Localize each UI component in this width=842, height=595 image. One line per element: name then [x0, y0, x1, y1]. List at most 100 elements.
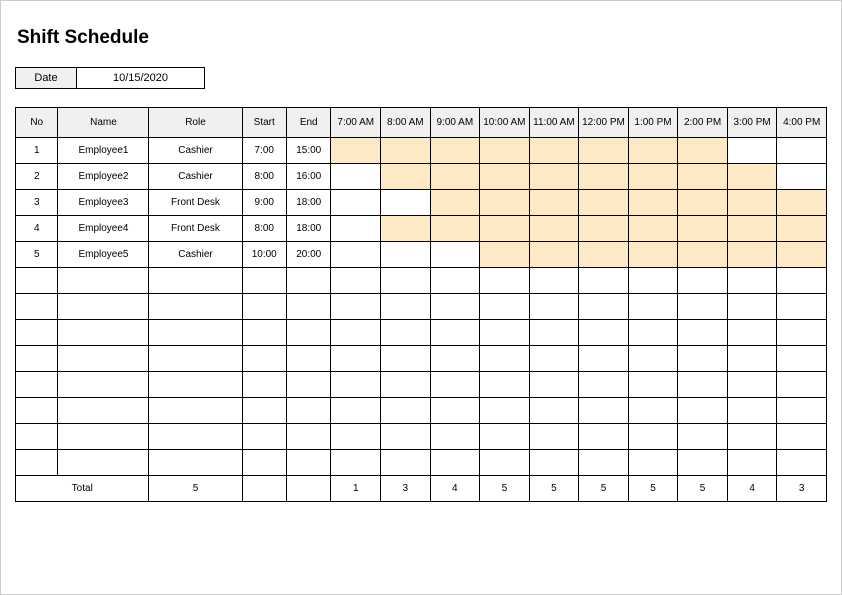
table-row: 4Employee4Front Desk8:0018:00: [16, 216, 827, 242]
total-hour: 5: [480, 476, 530, 502]
slot-cell: [727, 216, 777, 242]
empty-cell: [628, 398, 678, 424]
col-name: Name: [58, 108, 149, 138]
cell-end: 18:00: [286, 190, 330, 216]
empty-cell: [286, 424, 330, 450]
empty-cell: [678, 268, 728, 294]
empty-cell: [149, 372, 242, 398]
empty-cell: [16, 346, 58, 372]
slot-cell: [480, 216, 530, 242]
empty-cell: [286, 450, 330, 476]
empty-cell: [678, 320, 728, 346]
empty-cell: [430, 320, 480, 346]
empty-cell: [381, 294, 431, 320]
empty-cell: [529, 424, 579, 450]
empty-cell: [480, 268, 530, 294]
table-header: No Name Role Start End 7:00 AM8:00 AM9:0…: [16, 108, 827, 138]
cell-name: Employee3: [58, 190, 149, 216]
total-end-blank: [286, 476, 330, 502]
empty-cell: [579, 450, 629, 476]
slot-cell: [678, 216, 728, 242]
slot-cell: [628, 164, 678, 190]
empty-cell: [628, 450, 678, 476]
empty-cell: [58, 294, 149, 320]
empty-cell: [579, 294, 629, 320]
slot-cell: [678, 138, 728, 164]
slot-cell: [381, 164, 431, 190]
table-row-empty: [16, 372, 827, 398]
total-role-count: 5: [149, 476, 242, 502]
total-row: Total51345555543: [16, 476, 827, 502]
empty-cell: [579, 268, 629, 294]
empty-cell: [242, 398, 286, 424]
empty-cell: [242, 450, 286, 476]
total-hour: 5: [529, 476, 579, 502]
slot-cell: [430, 164, 480, 190]
slot-cell: [777, 242, 827, 268]
slot-cell: [430, 216, 480, 242]
empty-cell: [430, 398, 480, 424]
col-hour: 9:00 AM: [430, 108, 480, 138]
slot-cell: [777, 190, 827, 216]
slot-cell: [727, 138, 777, 164]
empty-cell: [58, 268, 149, 294]
empty-cell: [727, 268, 777, 294]
empty-cell: [58, 372, 149, 398]
empty-cell: [16, 424, 58, 450]
empty-cell: [16, 372, 58, 398]
empty-cell: [529, 372, 579, 398]
slot-cell: [777, 164, 827, 190]
empty-cell: [727, 346, 777, 372]
empty-cell: [529, 268, 579, 294]
empty-cell: [58, 346, 149, 372]
empty-cell: [381, 320, 431, 346]
col-hour: 12:00 PM: [579, 108, 629, 138]
slot-cell: [579, 138, 629, 164]
slot-cell: [628, 216, 678, 242]
empty-cell: [628, 320, 678, 346]
empty-cell: [777, 450, 827, 476]
slot-cell: [777, 138, 827, 164]
slot-cell: [628, 190, 678, 216]
table-body: 1Employee1Cashier7:0015:002Employee2Cash…: [16, 138, 827, 502]
empty-cell: [16, 450, 58, 476]
empty-cell: [777, 424, 827, 450]
total-hour: 1: [331, 476, 381, 502]
empty-cell: [149, 294, 242, 320]
slot-cell: [529, 138, 579, 164]
empty-cell: [529, 450, 579, 476]
slot-cell: [430, 242, 480, 268]
empty-cell: [777, 372, 827, 398]
empty-cell: [58, 398, 149, 424]
col-hour: 3:00 PM: [727, 108, 777, 138]
empty-cell: [149, 398, 242, 424]
total-hour: 5: [579, 476, 629, 502]
empty-cell: [331, 450, 381, 476]
slot-cell: [331, 216, 381, 242]
empty-cell: [628, 268, 678, 294]
cell-start: 9:00: [242, 190, 286, 216]
cell-start: 7:00: [242, 138, 286, 164]
slot-cell: [331, 242, 381, 268]
empty-cell: [579, 320, 629, 346]
slot-cell: [727, 190, 777, 216]
slot-cell: [777, 216, 827, 242]
table-row-empty: [16, 268, 827, 294]
cell-role: Cashier: [149, 138, 242, 164]
empty-cell: [381, 450, 431, 476]
empty-cell: [529, 346, 579, 372]
slot-cell: [529, 216, 579, 242]
slot-cell: [480, 242, 530, 268]
slot-cell: [678, 242, 728, 268]
cell-name: Employee4: [58, 216, 149, 242]
empty-cell: [480, 346, 530, 372]
table-row-empty: [16, 424, 827, 450]
empty-cell: [430, 268, 480, 294]
cell-name: Employee1: [58, 138, 149, 164]
empty-cell: [331, 346, 381, 372]
empty-cell: [727, 320, 777, 346]
empty-cell: [727, 450, 777, 476]
slot-cell: [381, 190, 431, 216]
total-hour: 3: [777, 476, 827, 502]
empty-cell: [331, 320, 381, 346]
